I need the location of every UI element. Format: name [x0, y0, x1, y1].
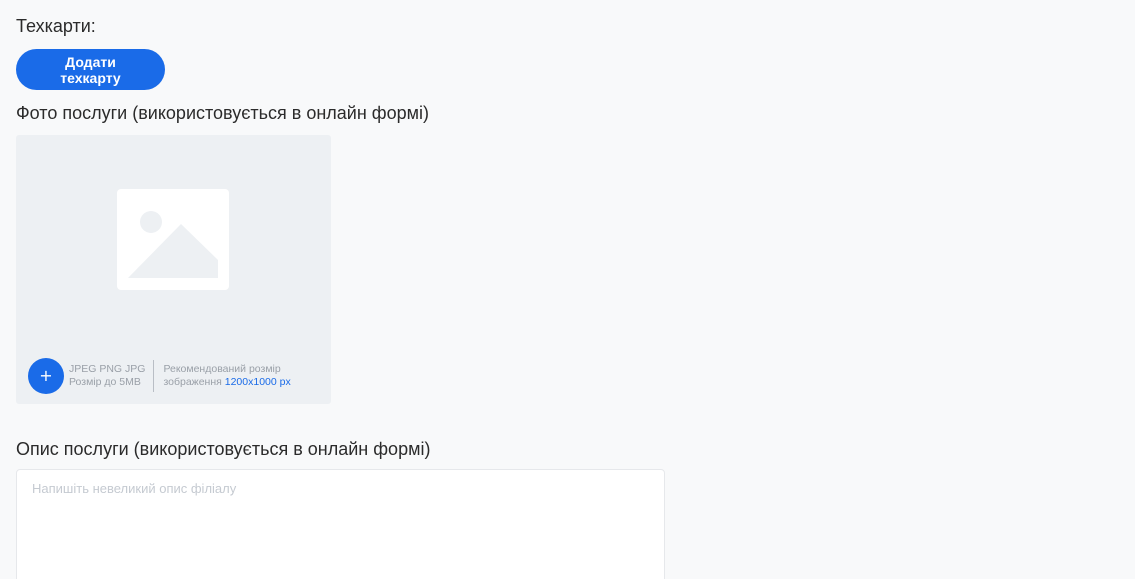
- techcards-title: Техкарти:: [16, 16, 96, 36]
- recommended-size-info: Рекомендований розмір зображення 1200x10…: [163, 363, 290, 389]
- add-techcard-button[interactable]: Додати техкарту: [16, 49, 165, 90]
- recommended-size: 1200x1000 px: [224, 376, 291, 388]
- recommended-label: Рекомендований розмір: [163, 363, 281, 375]
- description-section-title: Опис послуги (використовується в онлайн …: [16, 439, 431, 459]
- photo-section-title: Фото послуги (використовується в онлайн …: [16, 103, 429, 123]
- formats-text: JPEG PNG JPG: [69, 363, 146, 375]
- photo-upload-area[interactable]: + JPEG PNG JPG Розмір до 5MB Рекомендова…: [16, 135, 331, 404]
- recommended-prefix: зображення: [163, 376, 222, 388]
- description-textarea[interactable]: [16, 469, 665, 579]
- max-size-text: Розмір до 5MB: [69, 376, 141, 388]
- image-placeholder-icon: [117, 189, 229, 290]
- page: Техкарти: Додати техкарту Фото послуги (…: [0, 0, 1135, 579]
- upload-controls: + JPEG PNG JPG Розмір до 5MB Рекомендова…: [28, 358, 291, 394]
- format-info: JPEG PNG JPG Розмір до 5MB: [69, 360, 155, 392]
- upload-photo-button[interactable]: +: [28, 358, 64, 394]
